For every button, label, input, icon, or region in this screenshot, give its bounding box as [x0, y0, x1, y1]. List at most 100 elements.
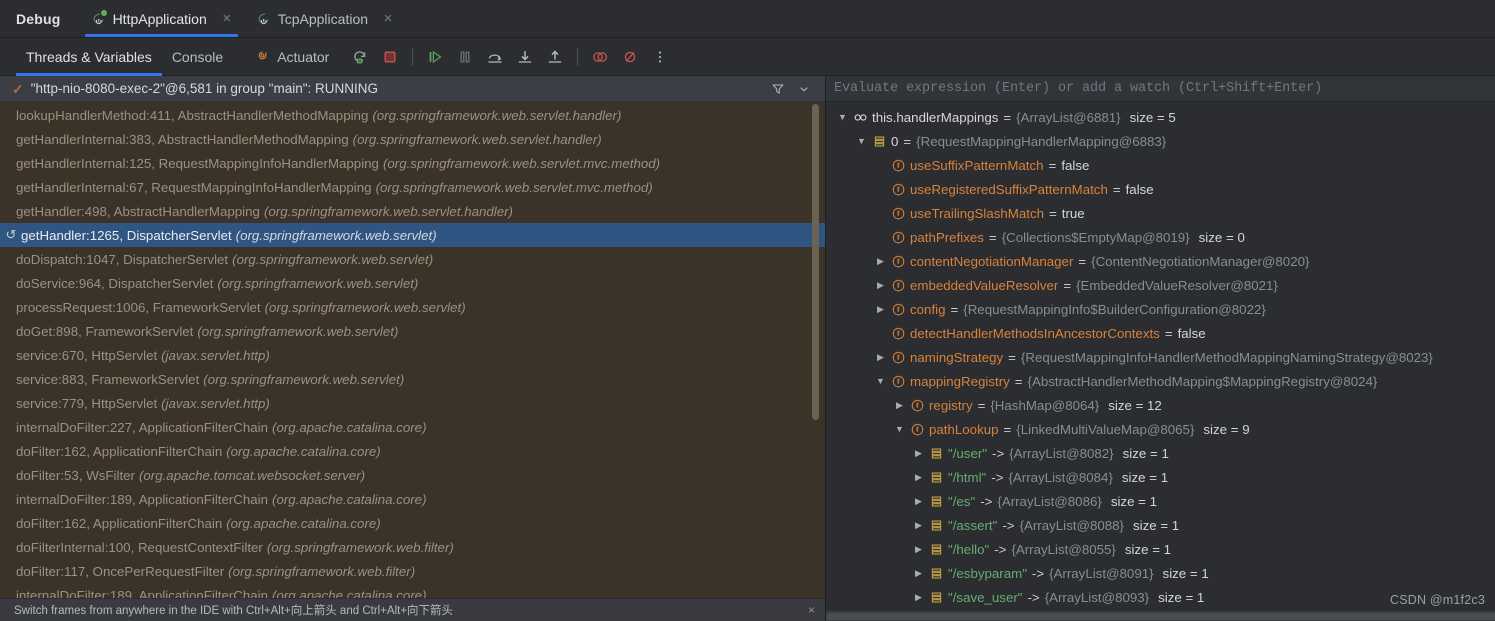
chevron-right-icon[interactable]: ▶	[912, 592, 925, 602]
field-icon	[892, 159, 905, 171]
chevron-down-icon[interactable]	[791, 82, 817, 96]
variables-horizontal-scrollbar[interactable]	[826, 611, 1495, 621]
chevron-right-icon[interactable]: ▶	[912, 472, 925, 482]
chevron-right-icon[interactable]: ▶	[912, 568, 925, 578]
close-icon[interactable]: ×	[381, 11, 395, 26]
frames-list[interactable]: lookupHandlerMethod:411, AbstractHandler…	[0, 102, 825, 598]
pause-program-button[interactable]	[451, 43, 479, 71]
variable-row[interactable]: ▼ pathLookup = {LinkedMultiValueMap@8065} si…	[826, 417, 1495, 441]
frame-row[interactable]: internalDoFilter:227, ApplicationFilterC…	[0, 415, 825, 439]
equals-symbol: =	[1063, 277, 1072, 293]
chevron-right-icon[interactable]: ▶	[912, 544, 925, 554]
variable-row[interactable]: ▶ contentNegotiationManager = {ContentNegot…	[826, 249, 1495, 273]
variable-row[interactable]: ▼ 0 = {RequestMappingHandlerMapping@6883}	[826, 129, 1495, 153]
frame-row[interactable]: internalDoFilter:189, ApplicationFilterC…	[0, 583, 825, 599]
variable-row[interactable]: ▼ this.handlerMappings = {ArrayList@6881} si…	[826, 105, 1495, 129]
equals-symbol: =	[1003, 421, 1012, 437]
variable-row[interactable]: ▶ "/esbyparam" -> {ArrayList@8091} size = 1	[826, 561, 1495, 585]
chevron-down-icon[interactable]: ▼	[855, 136, 868, 146]
frame-row[interactable]: doDispatch:1047, DispatcherServlet (org.s…	[0, 247, 825, 271]
more-options-button[interactable]	[646, 43, 674, 71]
chevron-right-icon[interactable]: ▶	[912, 520, 925, 530]
frame-row[interactable]: doGet:898, FrameworkServlet (org.springfr…	[0, 319, 825, 343]
chevron-right-icon[interactable]: ▶	[874, 256, 887, 266]
step-into-button[interactable]	[511, 43, 539, 71]
frame-row[interactable]: doFilter:162, ApplicationFilterChain (org…	[0, 511, 825, 535]
chevron-right-icon[interactable]: ▶	[874, 280, 887, 290]
frame-row[interactable]: getHandlerInternal:67, RequestMappingInf…	[0, 175, 825, 199]
thread-selector[interactable]: ✓ "http-nio-8080-exec-2"@6,581 in group …	[0, 76, 825, 102]
variable-reference: {ArrayList@8082}	[1009, 445, 1114, 461]
variable-row[interactable]: ▶ namingStrategy = {RequestMappingInfoHandl…	[826, 345, 1495, 369]
frame-row[interactable]: ↺ getHandler:1265, DispatcherServlet (org.…	[0, 223, 825, 247]
chevron-right-icon[interactable]: ▶	[874, 304, 887, 314]
chevron-down-icon[interactable]: ▼	[893, 424, 906, 434]
frame-row[interactable]: doFilter:53, WsFilter (org.apache.tomcat.…	[0, 463, 825, 487]
rerun-button[interactable]	[346, 43, 374, 71]
frame-package: (org.springframework.web.servlet)	[203, 371, 405, 387]
variable-row[interactable]: ▼ mappingRegistry = {AbstractHandlerMethodM…	[826, 369, 1495, 393]
resume-program-button[interactable]	[421, 43, 449, 71]
variable-row[interactable]: ▶ registry = {HashMap@8064} size = 12	[826, 393, 1495, 417]
variable-row[interactable]: ▶ embeddedValueResolver = {EmbeddedValueRes…	[826, 273, 1495, 297]
field-icon	[890, 206, 907, 221]
frame-row[interactable]: getHandler:498, AbstractHandlerMapping (o…	[0, 199, 825, 223]
frame-row[interactable]: doService:964, DispatcherServlet (org.spr…	[0, 271, 825, 295]
frame-row[interactable]: getHandlerInternal:383, AbstractHandlerM…	[0, 127, 825, 151]
variable-row[interactable]: ▶ "/assert" -> {ArrayList@8088} size = 1	[826, 513, 1495, 537]
variable-row[interactable]: ▶ "/user" -> {ArrayList@8082} size = 1	[826, 441, 1495, 465]
frame-row[interactable]: internalDoFilter:189, ApplicationFilterC…	[0, 487, 825, 511]
frame-row[interactable]: service:670, HttpServlet (javax.servlet.h…	[0, 343, 825, 367]
frame-row[interactable]: service:779, HttpServlet (javax.servlet.h…	[0, 391, 825, 415]
scrollbar-thumb[interactable]	[826, 613, 1495, 620]
frame-package: (org.springframework.web.servlet)	[217, 275, 419, 291]
frame-row[interactable]: processRequest:1006, FrameworkServlet (or…	[0, 295, 825, 319]
evaluate-expression-row[interactable]: Evaluate expression (Enter) or add a wat…	[826, 76, 1495, 102]
run-tab-tcpapplication[interactable]: TcpApplication ×	[244, 0, 405, 37]
actuator-button[interactable]: Actuator	[247, 48, 337, 66]
tab-threads-and-variables[interactable]: Threads & Variables	[16, 38, 162, 76]
field-icon	[892, 183, 905, 195]
chevron-down-icon[interactable]: ▼	[836, 112, 849, 122]
step-out-button[interactable]	[541, 43, 569, 71]
chevron-right-icon[interactable]: ▶	[912, 448, 925, 458]
variable-row[interactable]: ▶ "/es" -> {ArrayList@8086} size = 1	[826, 489, 1495, 513]
chevron-right-icon[interactable]: ▶	[874, 352, 887, 362]
frame-method: processRequest:1006, FrameworkServlet	[16, 299, 261, 315]
variable-reference: {HashMap@8064}	[990, 397, 1100, 413]
variable-row[interactable]: detectHandlerMethodsInAncestorContexts = f…	[826, 321, 1495, 345]
variable-row[interactable]: useRegisteredSuffixPatternMatch = false	[826, 177, 1495, 201]
frame-row[interactable]: doFilter:117, OncePerRequestFilter (org.s…	[0, 559, 825, 583]
variable-row[interactable]: useSuffixPatternMatch = false	[826, 153, 1495, 177]
variable-row[interactable]: ▶ "/html" -> {ArrayList@8084} size = 1	[826, 465, 1495, 489]
toolbar-separator-1	[412, 47, 414, 66]
view-breakpoints-button[interactable]	[586, 43, 614, 71]
frame-row[interactable]: lookupHandlerMethod:411, AbstractHandler…	[0, 103, 825, 127]
variable-row[interactable]: pathPrefixes = {Collections$EmptyMap@8019}…	[826, 225, 1495, 249]
chevron-right-icon[interactable]: ▶	[912, 496, 925, 506]
variables-panel: Evaluate expression (Enter) or add a wat…	[826, 76, 1495, 621]
step-over-button[interactable]	[481, 43, 509, 71]
variable-row[interactable]: ▶ "/hello" -> {ArrayList@8055} size = 1	[826, 537, 1495, 561]
run-tab-httpapplication[interactable]: HttpApplication ×	[79, 0, 244, 37]
variable-row[interactable]: useTrailingSlashMatch = true	[826, 201, 1495, 225]
frame-row[interactable]: doFilter:162, ApplicationFilterChain (org…	[0, 439, 825, 463]
frame-row[interactable]: service:883, FrameworkServlet (org.spring…	[0, 367, 825, 391]
mute-breakpoints-button[interactable]	[616, 43, 644, 71]
tab-console[interactable]: Console	[162, 38, 233, 76]
frames-vertical-scrollbar[interactable]	[812, 104, 819, 420]
close-icon[interactable]: ×	[808, 603, 815, 617]
close-icon[interactable]: ×	[220, 11, 234, 26]
filter-icon[interactable]	[765, 82, 791, 96]
frame-row[interactable]: getHandlerInternal:125, RequestMappingIn…	[0, 151, 825, 175]
variables-tree[interactable]: ▼ this.handlerMappings = {ArrayList@6881} si…	[826, 102, 1495, 621]
frame-row[interactable]: doFilterInternal:100, RequestContextFilt…	[0, 535, 825, 559]
variable-size: size = 1	[1122, 445, 1169, 461]
stop-button[interactable]	[376, 43, 404, 71]
variable-name: embeddedValueResolver	[910, 277, 1059, 293]
chevron-down-icon[interactable]: ▼	[874, 376, 887, 386]
chevron-right-icon[interactable]: ▶	[893, 400, 906, 410]
variable-row[interactable]: ▶ config = {RequestMappingInfo$BuilderConfi…	[826, 297, 1495, 321]
frame-method: internalDoFilter:189, ApplicationFilterC…	[16, 587, 269, 599]
list-icon	[931, 495, 942, 507]
